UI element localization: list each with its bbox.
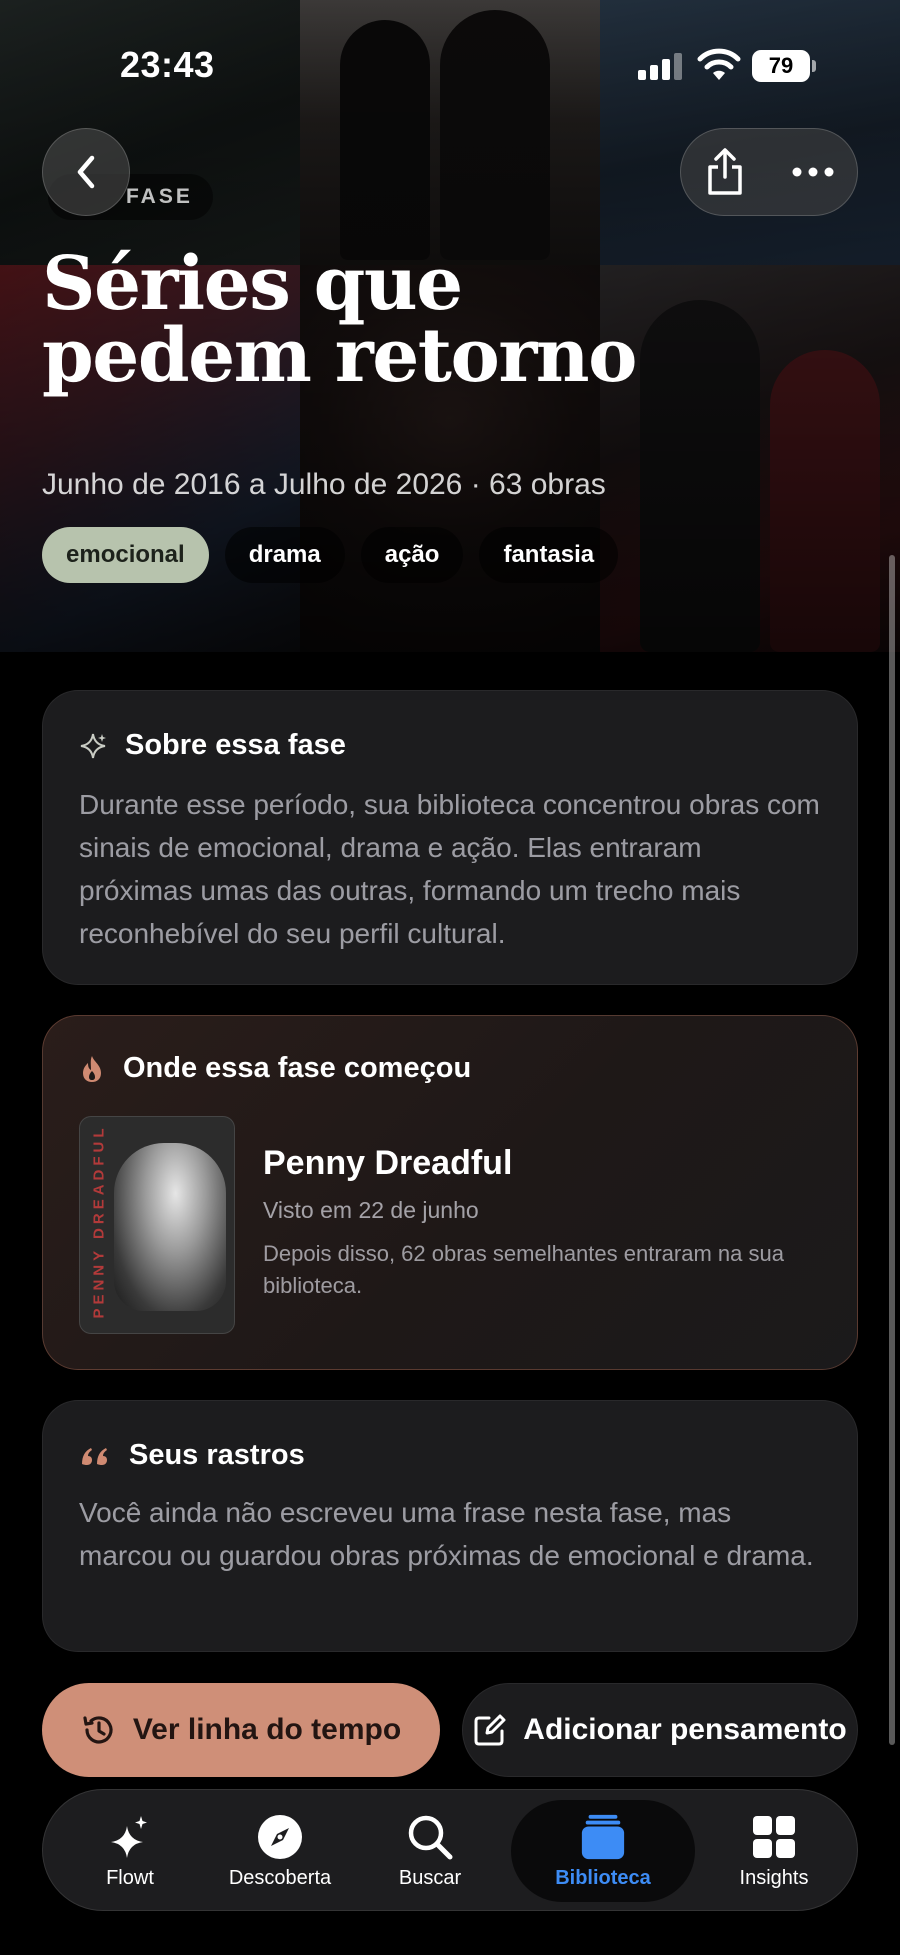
card-header: Sobre essa fase	[79, 729, 346, 762]
phase-hero: 23:43 79 FASE Séries que pedem retorno J…	[0, 0, 900, 652]
card-title: Seus rastros	[129, 1439, 305, 1471]
tab-insights[interactable]: Insights	[699, 1800, 849, 1902]
back-button[interactable]	[42, 128, 130, 216]
work-poster[interactable]: PENNY DREADFUL	[79, 1116, 235, 1334]
sparkle-icon	[80, 733, 106, 758]
compass-icon	[256, 1813, 304, 1861]
scroll-indicator[interactable]	[889, 555, 895, 1745]
work-title[interactable]: Penny Dreadful	[263, 1144, 821, 1183]
tab-label: Flowt	[106, 1866, 154, 1889]
tab-flowt[interactable]: Flowt	[55, 1800, 205, 1902]
chevron-left-icon	[77, 155, 95, 189]
tag-chip-emocional[interactable]: emocional	[42, 527, 209, 583]
tab-label: Descoberta	[228, 1866, 332, 1889]
tab-descoberta[interactable]: Descoberta	[205, 1800, 355, 1902]
card-title: Onde essa fase começou	[123, 1052, 472, 1084]
share-button[interactable]	[681, 128, 770, 216]
phase-origin-card[interactable]: Onde essa fase começou PENNY DREADFUL Pe…	[42, 1015, 858, 1370]
share-icon	[708, 148, 743, 195]
sparkles-icon	[106, 1813, 154, 1861]
view-timeline-button[interactable]: Ver linha do tempo	[42, 1683, 440, 1777]
quote-icon	[82, 1447, 107, 1465]
tag-chip-fantasia[interactable]: fantasia	[479, 527, 619, 583]
about-phase-card: Sobre essa fase Durante esse período, su…	[42, 690, 858, 985]
ellipsis-icon	[792, 167, 834, 177]
card-header: Seus rastros	[79, 1439, 305, 1472]
phase-subtitle: Junho de 2016 a Julho de 2026 · 63 obras	[42, 468, 606, 501]
tab-buscar[interactable]: Buscar	[355, 1800, 505, 1902]
battery-icon: 79	[752, 50, 816, 82]
tab-label: Biblioteca	[555, 1866, 651, 1889]
origin-description: Depois disso, 62 obras semelhantes entra…	[263, 1241, 784, 1298]
card-title: Sobre essa fase	[125, 729, 346, 761]
wifi-icon	[697, 48, 741, 80]
status-time: 23:43	[120, 44, 215, 85]
tab-label: Insights	[739, 1866, 809, 1889]
phase-title: Séries que pedem retorno	[42, 241, 842, 399]
phase-title-line: pedem retorno	[42, 313, 637, 399]
work-seen-date: Visto em 22 de junho	[263, 1197, 479, 1223]
tag-chip-drama[interactable]: drama	[224, 527, 345, 583]
grid-icon	[750, 1813, 798, 1861]
flame-icon	[83, 1055, 101, 1082]
tab-biblioteca[interactable]: Biblioteca	[511, 1800, 695, 1902]
bottom-tab-bar: Flowt Descoberta Buscar Biblioteca Insig…	[42, 1789, 858, 1911]
add-thought-button[interactable]: Adicionar pensamento	[462, 1683, 858, 1777]
more-options-button[interactable]	[770, 128, 857, 216]
card-header: Onde essa fase começou	[79, 1052, 471, 1085]
battery-level: 79	[752, 50, 810, 82]
poster-artwork	[114, 1143, 226, 1311]
traces-card: Seus rastros Você ainda não escreveu uma…	[42, 1400, 858, 1652]
edit-note-icon	[474, 1714, 506, 1746]
library-stack-icon	[579, 1813, 627, 1861]
add-thought-label: Adicionar pensamento	[523, 1713, 847, 1746]
phase-title-line: Séries que	[42, 241, 463, 327]
history-clock-icon	[83, 1716, 113, 1744]
tag-chip-acao[interactable]: ação	[360, 527, 464, 583]
traces-text: Você ainda não escreveu uma frase nesta …	[79, 1497, 814, 1571]
about-text: Durante esse período, sua biblioteca con…	[79, 789, 820, 949]
cellular-signal-icon	[638, 52, 684, 80]
tag-list: emocional drama ação fantasia	[42, 527, 619, 583]
poster-title: PENNY DREADFUL	[90, 1124, 108, 1319]
tab-label: Buscar	[398, 1866, 462, 1889]
header-actions	[680, 128, 858, 216]
origin-info: Penny Dreadful Visto em 22 de junho Depo…	[263, 1144, 821, 1302]
search-icon	[406, 1813, 454, 1861]
view-timeline-label: Ver linha do tempo	[132, 1713, 402, 1746]
